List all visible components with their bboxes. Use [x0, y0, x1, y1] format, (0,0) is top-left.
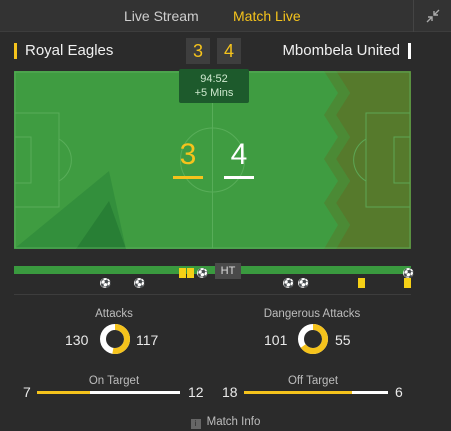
collapse-icon [426, 9, 439, 23]
tab-live-stream[interactable]: Live Stream [124, 8, 199, 24]
home-score-underline [173, 176, 203, 179]
match-info-link[interactable]: i Match Info [0, 416, 451, 429]
match-clock: 94:52 +5 Mins [179, 69, 249, 103]
attacks-away-value: 117 [136, 332, 159, 348]
dangerous-attacks-home-value: 101 [264, 332, 288, 348]
goal-ball-icon: ⚽ [403, 268, 415, 278]
dangerous-attacks-donut [298, 324, 328, 354]
off-target-title: Off Target [287, 375, 339, 387]
attacks-donut [100, 324, 130, 354]
tab-match-live[interactable]: Match Live [233, 8, 301, 24]
match-info-label: Match Info [206, 416, 261, 428]
dangerous-attacks-title: Dangerous Attacks [263, 308, 361, 320]
divider [14, 294, 411, 295]
on-target-title: On Target [88, 375, 140, 387]
goal-ball-icon: ⚽ [100, 278, 112, 288]
on-target-home-value: 7 [23, 384, 31, 400]
on-target-away-value: 12 [188, 384, 204, 400]
pitch-home-score: 3 [179, 138, 197, 171]
goal-ball-icon: ⚽ [197, 268, 209, 278]
yellow-card-icon [179, 268, 186, 278]
off-target-away-value: 6 [395, 384, 403, 400]
home-team-name: Royal Eagles [14, 43, 113, 59]
yellow-card-icon [187, 268, 194, 278]
tab-bar: Live Stream Match Live [0, 0, 451, 32]
off-target-home-value: 18 [222, 384, 238, 400]
on-target-home-fill [37, 391, 90, 394]
yellow-card-icon [358, 278, 365, 288]
yellow-card-icon [404, 278, 411, 288]
dangerous-attacks-away-value: 55 [335, 332, 351, 348]
timeline-progress-bar [14, 266, 411, 274]
away-score-underline [224, 176, 254, 179]
clock-added-time: +5 Mins [194, 87, 234, 99]
goal-ball-icon: ⚽ [298, 278, 310, 288]
goal-ball-icon: ⚽ [283, 278, 295, 288]
clock-time: 94:52 [200, 73, 228, 85]
attacks-title: Attacks [95, 308, 133, 320]
attacks-home-value: 130 [65, 332, 89, 348]
away-score-box: 4 [217, 38, 241, 64]
pitch-away-score: 4 [230, 138, 248, 171]
off-target-home-fill [244, 391, 352, 394]
home-score-box: 3 [186, 38, 210, 64]
away-team-name: Mbombela United [282, 43, 411, 59]
info-icon: i [190, 419, 201, 429]
collapse-button[interactable] [413, 0, 451, 32]
halftime-marker: HT [215, 263, 241, 279]
match-timeline: HT ⚽ ⚽ ⚽ ⚽ ⚽ ⚽ [14, 263, 415, 294]
goal-ball-icon: ⚽ [134, 278, 146, 288]
